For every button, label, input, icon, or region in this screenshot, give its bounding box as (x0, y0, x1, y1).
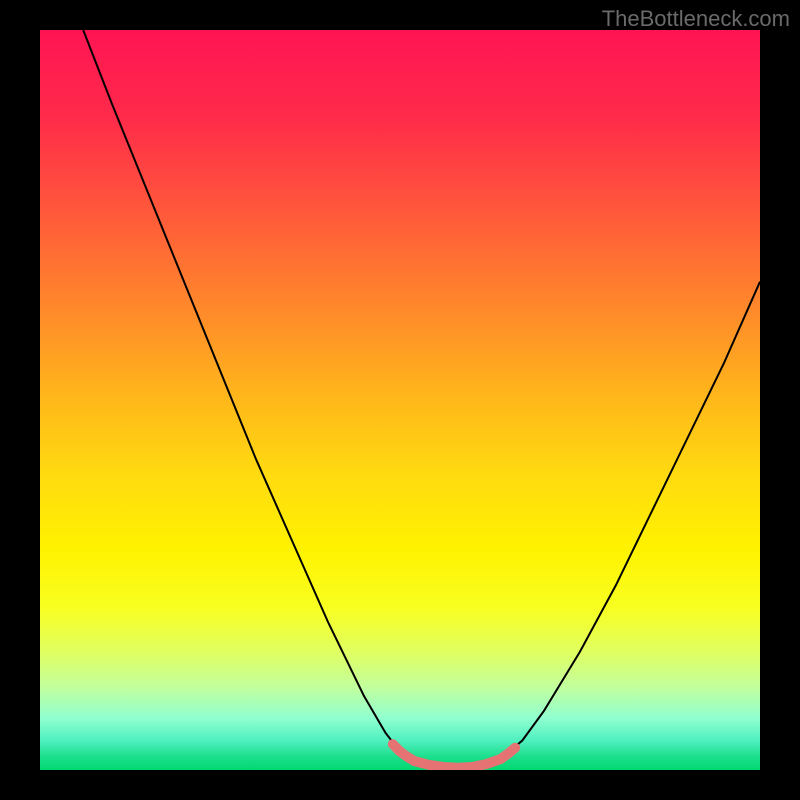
gradient-background (40, 30, 760, 770)
chart-container: TheBottleneck.com (0, 0, 800, 800)
chart-plot (40, 30, 760, 770)
watermark-text: TheBottleneck.com (602, 6, 790, 32)
